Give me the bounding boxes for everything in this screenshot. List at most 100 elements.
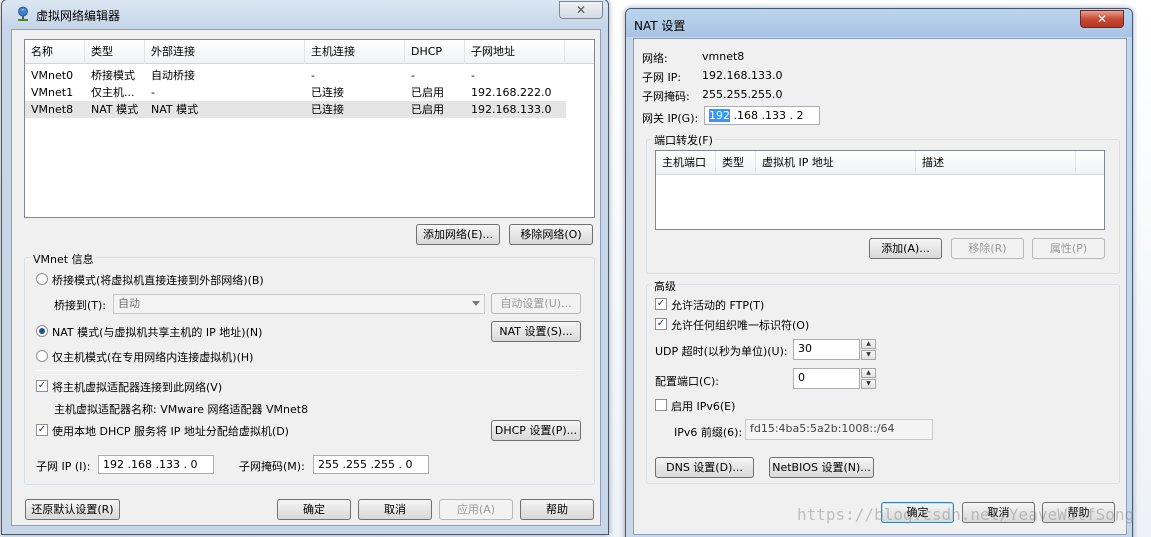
add-network-button[interactable]: 添加网络(E)... [416, 224, 500, 245]
spin-down-icon[interactable]: ▼ [861, 350, 876, 360]
ipv6-prefix-label: IPv6 前缀(6): [674, 426, 743, 439]
row-cell: VMnet0 [31, 69, 74, 82]
config-port-label: 配置端口(C): [655, 375, 719, 388]
table-row[interactable]: VMnet1 仅主机... - 已连接 已启用 192.168.222.0 [25, 84, 566, 101]
adapter-name-label: 主机虚拟适配器名称: VMware 网络适配器 VMnet8 [54, 403, 309, 416]
column-header-external[interactable]: 外部连接 [145, 40, 305, 64]
column-header-host-port[interactable]: 主机端口 [656, 151, 716, 175]
window-title: NAT 设置 [634, 19, 686, 33]
remove-network-button[interactable]: 移除网络(O) [509, 224, 593, 245]
use-dhcp-label: 使用本地 DHCP 服务将 IP 地址分配给虚拟机(D) [52, 425, 289, 438]
restore-defaults-button[interactable]: 还原默认设置(R) [25, 499, 120, 520]
spin-up-icon[interactable]: ▲ [861, 368, 876, 378]
row-cell: 192.168.222.0 [471, 86, 552, 99]
apply-button[interactable]: 应用(A) [439, 499, 513, 520]
row-cell: - [151, 86, 155, 99]
add-port-button[interactable]: 添加(A)... [869, 238, 942, 259]
table-row[interactable]: VMnet0 桥接模式 自动桥接 - - - [25, 67, 566, 84]
subnet-ip-label: 子网 IP (I): [36, 460, 91, 473]
close-button[interactable]: ✕ [559, 1, 603, 19]
advanced-title: 高级 [652, 278, 678, 294]
port-forwarding-title: 端口转发(F) [652, 132, 715, 148]
row-cell: - [311, 69, 315, 82]
column-header-dhcp[interactable]: DHCP [405, 40, 465, 64]
port-forwarding-list[interactable]: 主机端口 类型 虚拟机 IP 地址 描述 [655, 150, 1105, 230]
list-header: 名称 类型 外部连接 主机连接 DHCP 子网地址 [25, 40, 594, 64]
column-header-host[interactable]: 主机连接 [305, 40, 405, 64]
dns-settings-button[interactable]: DNS 设置(D)... [655, 457, 754, 478]
udp-timeout-input[interactable]: 30 [793, 339, 860, 360]
editor-client-area: 名称 类型 外部连接 主机连接 DHCP 子网地址 VMnet0 桥接模式 自动… [11, 29, 601, 526]
column-header-subnet[interactable]: 子网地址 [465, 40, 565, 64]
subnet-ip-label: 子网 IP: [642, 71, 682, 84]
host-only-radio[interactable] [36, 350, 48, 362]
config-port-input[interactable]: 0 [793, 368, 860, 389]
row-cell: - [411, 69, 415, 82]
column-header-type[interactable]: 类型 [85, 40, 145, 64]
row-cell: 桥接模式 [91, 69, 135, 82]
vmnet-info-group [24, 257, 595, 485]
row-cell: NAT 模式 [151, 103, 199, 116]
row-cell: 192.168.133.0 [471, 103, 552, 116]
subnet-ip-input[interactable]: 192 .168 .133 . 0 [98, 455, 214, 474]
table-row-selected[interactable]: VMnet8 NAT 模式 NAT 模式 已连接 已启用 192.168.133… [25, 101, 566, 118]
row-cell: 已启用 [411, 86, 444, 99]
allow-ftp-checkbox[interactable]: ✓ [655, 298, 667, 310]
host-only-label: 仅主机模式(在专用网络内连接虚拟机)(H) [52, 351, 254, 364]
watermark: https://blog.csdn.net/YeaveWolfSong [797, 505, 1135, 524]
vmnet-info-title: VMnet 信息 [31, 251, 96, 267]
column-header-name[interactable]: 名称 [25, 40, 85, 64]
nat-mode-label: NAT 模式(与虚拟机共享主机的 IP 地址)(N) [52, 326, 263, 339]
ipv6-prefix-input[interactable]: fd15:4ba5:5a2b:1008::/64 [745, 419, 933, 440]
row-cell: - [471, 69, 475, 82]
network-list[interactable]: 名称 类型 外部连接 主机连接 DHCP 子网地址 VMnet0 桥接模式 自动… [24, 39, 595, 218]
title-bar[interactable]: 虚拟网络编辑器 ✕ [2, 0, 608, 28]
gateway-ip-input[interactable]: 192 .168 .133 . 2 [704, 106, 820, 125]
row-cell: 已连接 [311, 103, 344, 116]
config-port-spinner[interactable]: ▲ ▼ [861, 368, 876, 389]
nat-settings-button[interactable]: NAT 设置(S)... [491, 321, 581, 342]
use-dhcp-checkbox[interactable]: ✓ [36, 424, 48, 436]
column-header-vm-ip[interactable]: 虚拟机 IP 地址 [756, 151, 916, 175]
enable-ipv6-checkbox[interactable] [655, 399, 667, 411]
connect-adapter-checkbox[interactable]: ✓ [36, 380, 48, 392]
connect-adapter-label: 将主机虚拟适配器连接到此网络(V) [52, 381, 223, 394]
allow-uuid-checkbox[interactable]: ✓ [655, 318, 667, 330]
cancel-button[interactable]: 取消 [358, 499, 432, 520]
enable-ipv6-label: 启用 IPv6(E) [671, 400, 736, 413]
auto-settings-button[interactable]: 自动设置(U)... [491, 293, 581, 314]
spin-up-icon[interactable]: ▲ [861, 339, 876, 349]
bridged-mode-radio[interactable] [36, 273, 48, 285]
netbios-settings-button[interactable]: NetBIOS 设置(N)... [769, 457, 874, 478]
help-button[interactable]: 帮助 [520, 499, 594, 520]
column-header-type[interactable]: 类型 [716, 151, 756, 175]
subnet-mask-value: 255.255.255.0 [702, 88, 783, 101]
ok-button[interactable]: 确定 [277, 499, 351, 520]
subnet-ip-value: 192.168.133.0 [702, 69, 783, 82]
close-button[interactable]: ✕ [1080, 10, 1124, 28]
bridge-to-dropdown[interactable]: 自动 [113, 294, 485, 314]
divider [36, 370, 581, 371]
subnet-mask-label: 子网掩码(M): [239, 460, 305, 473]
network-label: 网络: [642, 52, 668, 65]
row-cell: 已连接 [311, 86, 344, 99]
nat-settings-window: NAT 设置 ✕ 网络: vmnet8 子网 IP: 192.168.133.0… [625, 8, 1133, 537]
subnet-mask-input[interactable]: 255 .255 .255 . 0 [313, 455, 429, 474]
gateway-ip-label: 网关 IP(G): [642, 112, 699, 125]
remove-port-button[interactable]: 移除(R) [951, 238, 1024, 259]
udp-timeout-spinner[interactable]: ▲ ▼ [861, 339, 876, 360]
udp-timeout-label: UDP 超时(以秒为单位)(U): [655, 345, 788, 358]
row-cell: VMnet1 [31, 86, 74, 99]
subnet-mask-label: 子网掩码: [642, 90, 690, 103]
chevron-down-icon [472, 301, 480, 306]
row-cell: 已启用 [411, 103, 444, 116]
row-cell: 仅主机... [91, 86, 135, 99]
dhcp-settings-button[interactable]: DHCP 设置(P)... [491, 420, 581, 441]
allow-uuid-label: 允许任何组织唯一标识符(O) [671, 319, 810, 332]
column-header-description[interactable]: 描述 [916, 151, 1076, 175]
allow-ftp-label: 允许活动的 FTP(T) [671, 299, 765, 312]
nat-mode-radio[interactable] [36, 325, 48, 337]
title-bar[interactable]: NAT 设置 ✕ [626, 9, 1132, 37]
port-properties-button[interactable]: 属性(P) [1032, 238, 1105, 259]
spin-down-icon[interactable]: ▼ [861, 379, 876, 389]
